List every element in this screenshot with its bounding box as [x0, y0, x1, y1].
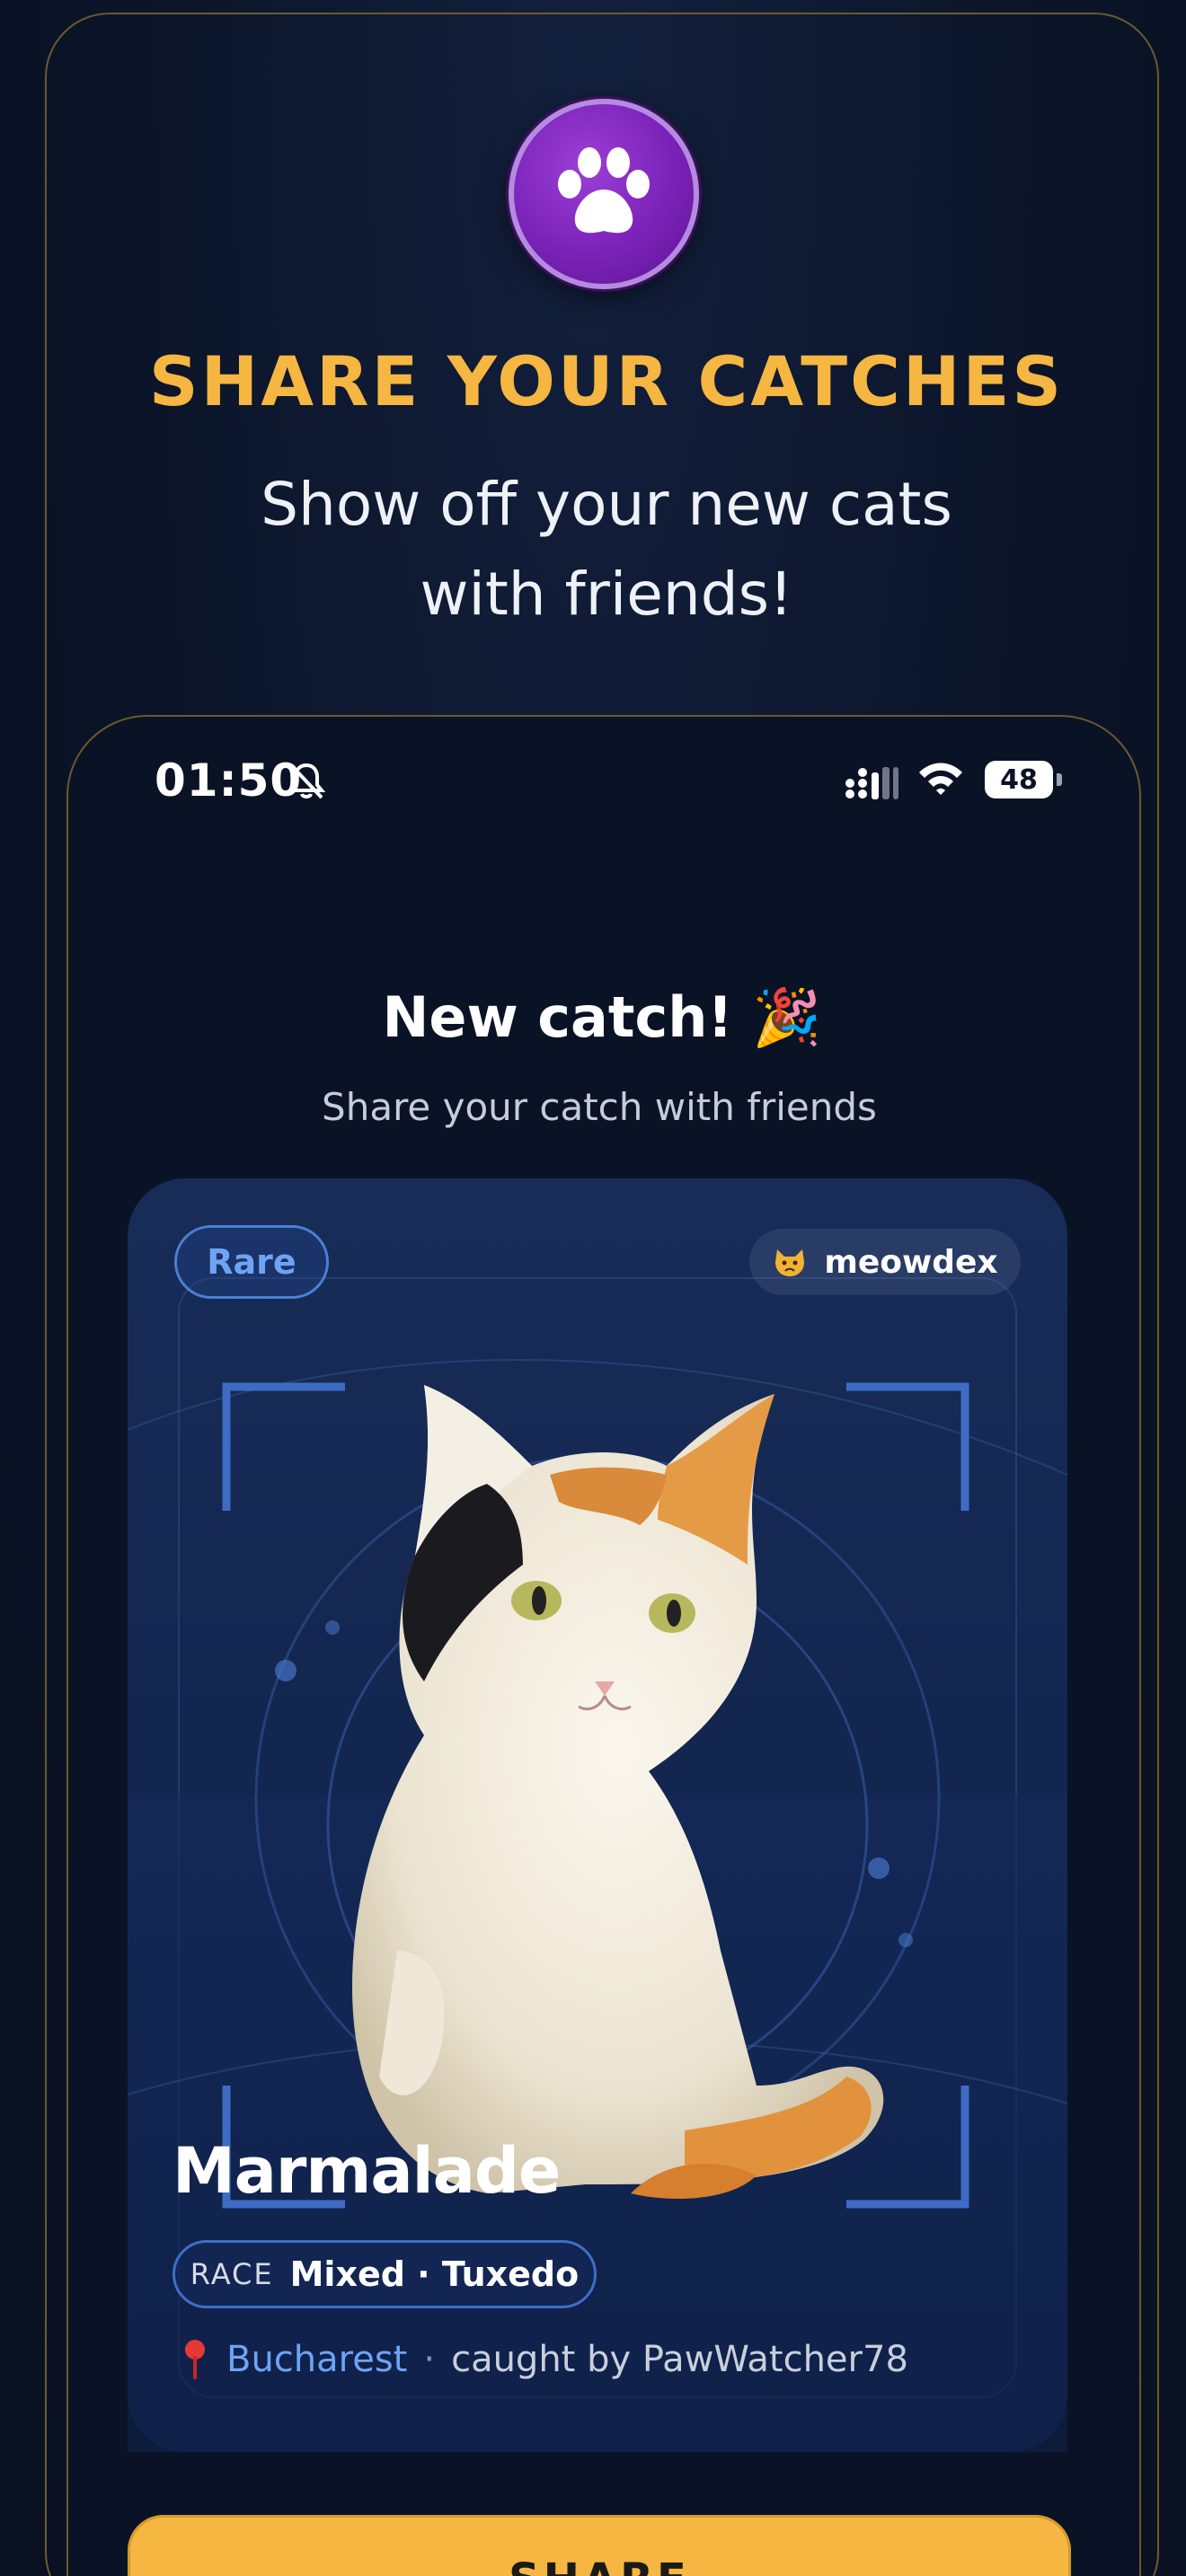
promo-subhead-line-1: Show off your new cats — [261, 470, 952, 539]
location-city[interactable]: Bucharest — [226, 2339, 407, 2380]
brand-name: meowdex — [824, 1243, 998, 1281]
race-value: Mixed · Tuxedo — [289, 2254, 580, 2294]
rarity-badge: Rare — [174, 1225, 329, 1299]
pin-icon — [185, 2340, 205, 2379]
race-label: RACE — [190, 2257, 274, 2291]
battery-icon: 48 — [985, 760, 1064, 799]
signal-icon — [845, 767, 898, 799]
paw-icon — [558, 147, 650, 234]
viewfinder-corner-top-left — [222, 1382, 345, 1511]
promo-headline: SHARE YOUR CATCHES — [148, 341, 1065, 421]
screen-title: New catch! 🎉 — [382, 984, 822, 1050]
mute-icon — [287, 763, 326, 799]
screenshot-page: SHARE YOUR CATCHES Show off your new cat… — [0, 0, 1186, 2576]
caught-by-text: caught by PawWatcher78 — [451, 2339, 908, 2380]
screen-subtitle: Share your catch with friends — [322, 1085, 877, 1129]
promo-subhead-line-2: with friends! — [420, 560, 793, 629]
cat-name: Marmalade — [173, 2134, 561, 2208]
location-separator: · — [423, 2339, 436, 2380]
brand-chip: meowdex — [749, 1229, 1021, 1295]
app-badge — [509, 99, 699, 289]
battery-level: 48 — [985, 761, 1053, 798]
battery-tip — [1057, 773, 1062, 786]
share-button[interactable]: SHARE — [128, 2515, 1071, 2576]
status-time: 01:50 — [155, 754, 303, 807]
pouting-cat-icon — [775, 1249, 805, 1276]
promo-subhead: Show off your new cats with friends! — [0, 460, 1186, 640]
wifi-icon — [919, 763, 962, 795]
location-row: Bucharest · caught by PawWatcher78 — [180, 2333, 908, 2386]
race-pill: RACE Mixed · Tuxedo — [173, 2240, 597, 2308]
